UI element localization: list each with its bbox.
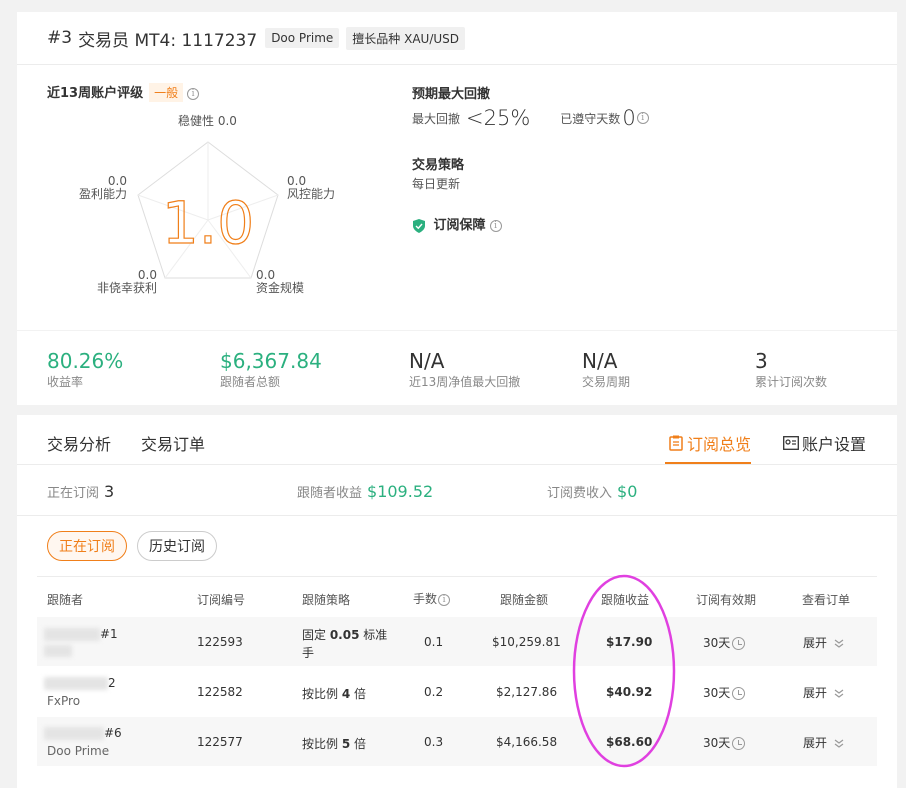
th-subscription-id: 订阅编号 — [197, 593, 246, 607]
th-strategy: 跟随策略 — [302, 593, 351, 607]
tab-settings[interactable]: 账户设置 — [783, 431, 866, 455]
clock-icon — [732, 737, 746, 750]
th-follower: 跟随者 — [47, 593, 84, 607]
rating-badge: 一般 — [149, 83, 184, 102]
expand-orders-button[interactable]: 展开 — [803, 634, 845, 651]
trader-title-row: #3 交易员 MT4: 1117237 Doo Prime 擅长品种 XAU/U… — [47, 26, 466, 51]
follow-amount: $2,127.86 — [496, 685, 558, 699]
radar-label-capital: 0.0 资金规模 — [256, 268, 305, 295]
follower-suffix: #6 — [104, 726, 122, 740]
rating-title: 近13周账户评级 — [47, 86, 144, 101]
radar-label-nonluck: 0.0 非侥幸获利 — [97, 268, 158, 295]
validity: 30天 — [703, 734, 746, 751]
broker-tag: Doo Prime — [265, 28, 340, 48]
redacted-follower-broker — [44, 645, 72, 657]
follow-strategy: 按比例 5 倍 — [302, 737, 367, 751]
tab-overview[interactable]: 订阅总览 — [669, 431, 751, 455]
subscription-id: 122577 — [197, 735, 243, 749]
drawdown-row: 最大回撤 <25% 已遵守天数 0 i — [412, 106, 649, 130]
clock-icon — [732, 637, 746, 650]
table-top-border — [37, 576, 877, 577]
chevron-down-icon — [834, 739, 844, 748]
radar-label-stability: 稳健性 0.0 — [178, 114, 237, 128]
stat-trade-period: N/A 交易周期 — [582, 349, 631, 389]
chevron-down-icon — [834, 639, 844, 648]
info-icon[interactable]: i — [636, 112, 649, 124]
max-drawdown-value: <25% — [466, 106, 531, 130]
info-icon[interactable]: i — [489, 219, 502, 232]
summary-subscriptions: 正在订阅 3 — [47, 482, 115, 501]
stat-return: 80.26% 收益率 — [47, 349, 124, 389]
follow-amount: $4,166.58 — [496, 735, 558, 749]
table-row — [37, 617, 877, 666]
lots: 0.2 — [424, 685, 444, 699]
filter-active-subscriptions[interactable]: 正在订阅 — [47, 531, 127, 561]
clock-icon — [732, 687, 746, 700]
stat-subscription-count: 3 累计订阅次数 — [755, 349, 828, 389]
rating-heading: 近13周账户评级 一般 i — [47, 82, 200, 102]
follow-strategy: 固定 0.05 标准手 — [302, 628, 388, 660]
filter-history-subscriptions[interactable]: 历史订阅 — [137, 531, 217, 561]
redacted-follower-name — [44, 628, 100, 641]
follower-broker: FxPro — [47, 694, 81, 708]
trader-title: 交易员 MT4: 1117237 — [78, 30, 258, 51]
days-label: 已遵守天数 — [560, 111, 621, 126]
follow-strategy: 按比例 4 倍 — [302, 687, 367, 701]
th-amount: 跟随金额 — [500, 593, 549, 607]
header-divider — [17, 64, 897, 65]
validity: 30天 — [703, 634, 746, 651]
th-lots: 手数 i — [413, 590, 451, 607]
rating-score: 1.0 — [162, 189, 254, 257]
follower-broker: Doo Prime — [47, 744, 110, 758]
strategy-text: 每日更新 — [412, 177, 461, 191]
expand-orders-button[interactable]: 展开 — [803, 734, 845, 751]
strategy-title: 交易策略 — [412, 158, 465, 173]
radar-label-profit: 0.0 盈利能力 — [78, 174, 127, 201]
summary-divider — [17, 515, 897, 516]
protection-label: 订阅保障 — [433, 218, 486, 233]
subscription-panel: 交易分析 交易订单 订阅总览 账户设置 正在订阅 3 跟随者收益 $109.52… — [17, 415, 897, 788]
tab-orders[interactable]: 交易订单 — [141, 431, 205, 455]
th-validity: 订阅有效期 — [696, 593, 757, 607]
info-icon[interactable]: i — [187, 87, 200, 100]
tab-analysis[interactable]: 交易分析 — [47, 431, 111, 455]
summary-fee-income: 订阅费收入 $0 — [547, 482, 638, 501]
follow-amount: $10,259.81 — [492, 635, 561, 649]
rating-radar-chart: 1.0 — [137, 141, 279, 279]
stat-max-drawdown: N/A 近13周净值最大回撤 — [409, 349, 521, 389]
stat-follower-total: $6,367.84 跟随者总额 — [220, 349, 322, 389]
follower-suffix: 2 — [108, 676, 116, 690]
max-drawdown-label: 最大回撤 — [412, 111, 461, 126]
instrument-tag: 擅长品种 XAU/USD — [346, 26, 466, 50]
shield-icon — [413, 218, 425, 233]
table-row — [37, 717, 877, 766]
th-view-orders: 查看订单 — [802, 593, 851, 607]
stats-bar: 80.26% 收益率 $6,367.84 跟随者总额 N/A 近13周净值最大回… — [17, 331, 897, 405]
radar-label-risk: 0.0 风控能力 — [287, 174, 336, 201]
lots: 0.1 — [424, 635, 444, 649]
drawdown-title: 预期最大回撤 — [412, 87, 491, 102]
days-value: 0 — [622, 106, 636, 130]
validity: 30天 — [703, 684, 746, 701]
highlight-ellipse-annotation — [572, 574, 676, 768]
subscription-id: 122582 — [197, 685, 243, 699]
redacted-follower-name — [44, 727, 104, 740]
trader-profile-card: #3 交易员 MT4: 1117237 Doo Prime 擅长品种 XAU/U… — [17, 12, 897, 330]
chevron-down-icon — [834, 689, 844, 698]
account-card-icon — [783, 436, 799, 450]
protection-row: 订阅保障 i — [413, 214, 502, 233]
tabs-divider — [17, 464, 897, 465]
subscription-id: 122593 — [197, 635, 243, 649]
lots: 0.3 — [424, 735, 444, 749]
info-icon[interactable]: i — [438, 593, 451, 606]
clipboard-icon — [669, 435, 683, 451]
redacted-follower-name — [44, 677, 108, 690]
expand-orders-button[interactable]: 展开 — [803, 684, 845, 701]
summary-follower-profit: 跟随者收益 $109.52 — [297, 482, 434, 501]
table-row — [37, 667, 877, 716]
follower-suffix: #1 — [100, 627, 118, 641]
trader-rank: #3 — [47, 28, 73, 48]
